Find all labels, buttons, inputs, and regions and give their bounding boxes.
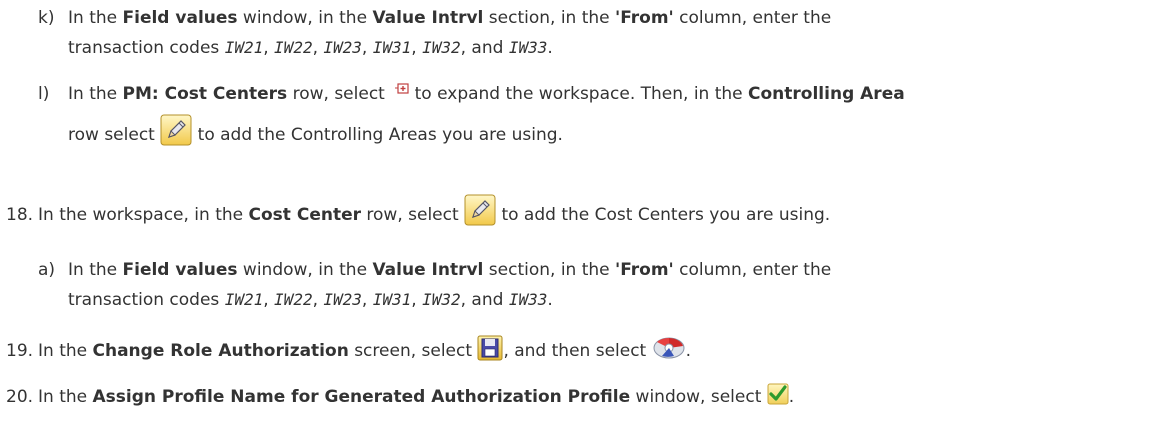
transaction-code: IW31 [372, 38, 412, 57]
text: In the [68, 260, 123, 280]
step-marker: 19. [6, 341, 34, 361]
transaction-code: IW32 [422, 290, 461, 309]
text: column, enter the [673, 260, 832, 280]
text: . [685, 341, 692, 361]
document-page: k) In the Field values window, in the Val… [0, 0, 1165, 426]
text: row select [68, 125, 161, 145]
cost-center-label: Cost Center [248, 205, 361, 225]
separator: , [411, 38, 423, 58]
field-values-label: Field values [122, 260, 238, 280]
value-intrvl-label: Value Intrvl [372, 8, 484, 28]
step-marker: k) [38, 8, 55, 28]
separator: , [411, 290, 423, 310]
transaction-code: IW31 [372, 290, 412, 309]
text: transaction codes [68, 290, 225, 310]
text: row, select [361, 205, 465, 225]
text: In the [68, 8, 123, 28]
controlling-area-label: Controlling Area [748, 84, 905, 104]
separator: . [547, 38, 553, 58]
text: . [788, 387, 795, 407]
green-check-icon [767, 383, 789, 405]
separator: , and [460, 38, 509, 58]
step-l: l) In the PM: Cost Centers row, select to… [38, 82, 905, 106]
transaction-code: IW21 [224, 290, 264, 309]
separator: . [547, 290, 553, 310]
text: In the [38, 341, 93, 361]
separator: , [312, 38, 324, 58]
separator: , and [460, 290, 509, 310]
text: screen, select [348, 341, 478, 361]
text: window, in the [237, 260, 373, 280]
transaction-code: IW22 [274, 290, 313, 309]
generate-profile-icon [652, 334, 686, 360]
pm-cost-centers-label: PM: Cost Centers [122, 84, 288, 104]
separator: , [361, 290, 373, 310]
save-floppy-icon [477, 335, 503, 361]
field-values-label: Field values [122, 8, 238, 28]
text: to expand the workspace. Then, in the [409, 84, 749, 104]
transaction-code: IW23 [323, 38, 362, 57]
step-k-continued: transaction codes IW21, IW22, IW23, IW31… [68, 36, 553, 60]
text: column, enter the [673, 8, 832, 28]
transaction-code: IW22 [274, 38, 313, 57]
step-marker: 20. [6, 387, 34, 407]
separator: , [263, 38, 275, 58]
step-k: k) In the Field values window, in the Val… [38, 6, 831, 30]
step-l-continued: row select to add the Controlling Areas … [68, 114, 563, 152]
separator: , [361, 38, 373, 58]
step-18a-continued: transaction codes IW21, IW22, IW23, IW31… [68, 288, 553, 312]
step-19: 19. In the Change Role Authorization scre… [6, 334, 692, 366]
from-column-label: 'From' [615, 260, 674, 280]
transaction-code: IW21 [224, 38, 264, 57]
value-intrvl-label: Value Intrvl [372, 260, 484, 280]
pencil-edit-icon [464, 194, 496, 226]
text: , and then select [503, 341, 652, 361]
step-marker: a) [38, 260, 56, 280]
step-marker: 18. [6, 205, 34, 225]
transaction-code: IW33 [508, 38, 548, 57]
text: row, select [287, 84, 391, 104]
step-20: 20. In the Assign Profile Name for Genera… [6, 382, 794, 412]
separator: , [263, 290, 275, 310]
step-18: 18. In the workspace, in the Cost Center … [6, 194, 831, 232]
from-column-label: 'From' [615, 8, 674, 28]
transaction-code: IW23 [323, 290, 362, 309]
expand-workspace-icon [394, 83, 409, 97]
text: section, in the [483, 8, 616, 28]
pencil-edit-icon [160, 114, 192, 146]
text: In the [68, 84, 123, 104]
change-role-authorization-label: Change Role Authorization [92, 341, 349, 361]
step-marker: l) [38, 84, 50, 104]
text: to add the Controlling Areas you are usi… [192, 125, 563, 145]
text: section, in the [483, 260, 616, 280]
text: In the [38, 387, 93, 407]
separator: , [312, 290, 324, 310]
step-18a: a) In the Field values window, in the Val… [38, 258, 831, 282]
text: transaction codes [68, 38, 225, 58]
text: to add the Cost Centers you are using. [496, 205, 831, 225]
assign-profile-name-label: Assign Profile Name for Generated Author… [92, 387, 631, 407]
text: In the workspace, in the [38, 205, 249, 225]
transaction-code: IW33 [508, 290, 548, 309]
transaction-code: IW32 [422, 38, 461, 57]
text: window, select [630, 387, 767, 407]
text: window, in the [237, 8, 373, 28]
